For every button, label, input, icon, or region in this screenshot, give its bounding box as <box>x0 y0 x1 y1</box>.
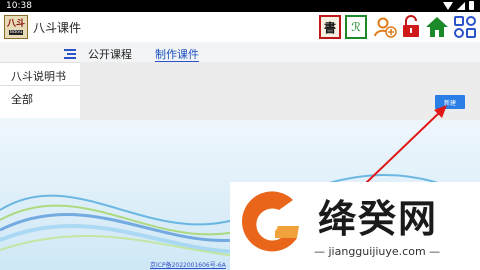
watermark-logo-icon <box>241 191 299 252</box>
watermark-url-text: jiangguijiuye.com <box>328 245 426 258</box>
watermark-url: — jiangguijiuye.com — <box>314 245 441 258</box>
icp-footer-link[interactable]: 京ICP备2022001606号-6A <box>150 260 226 269</box>
watermark-name: 绛癸网 <box>318 197 439 241</box>
